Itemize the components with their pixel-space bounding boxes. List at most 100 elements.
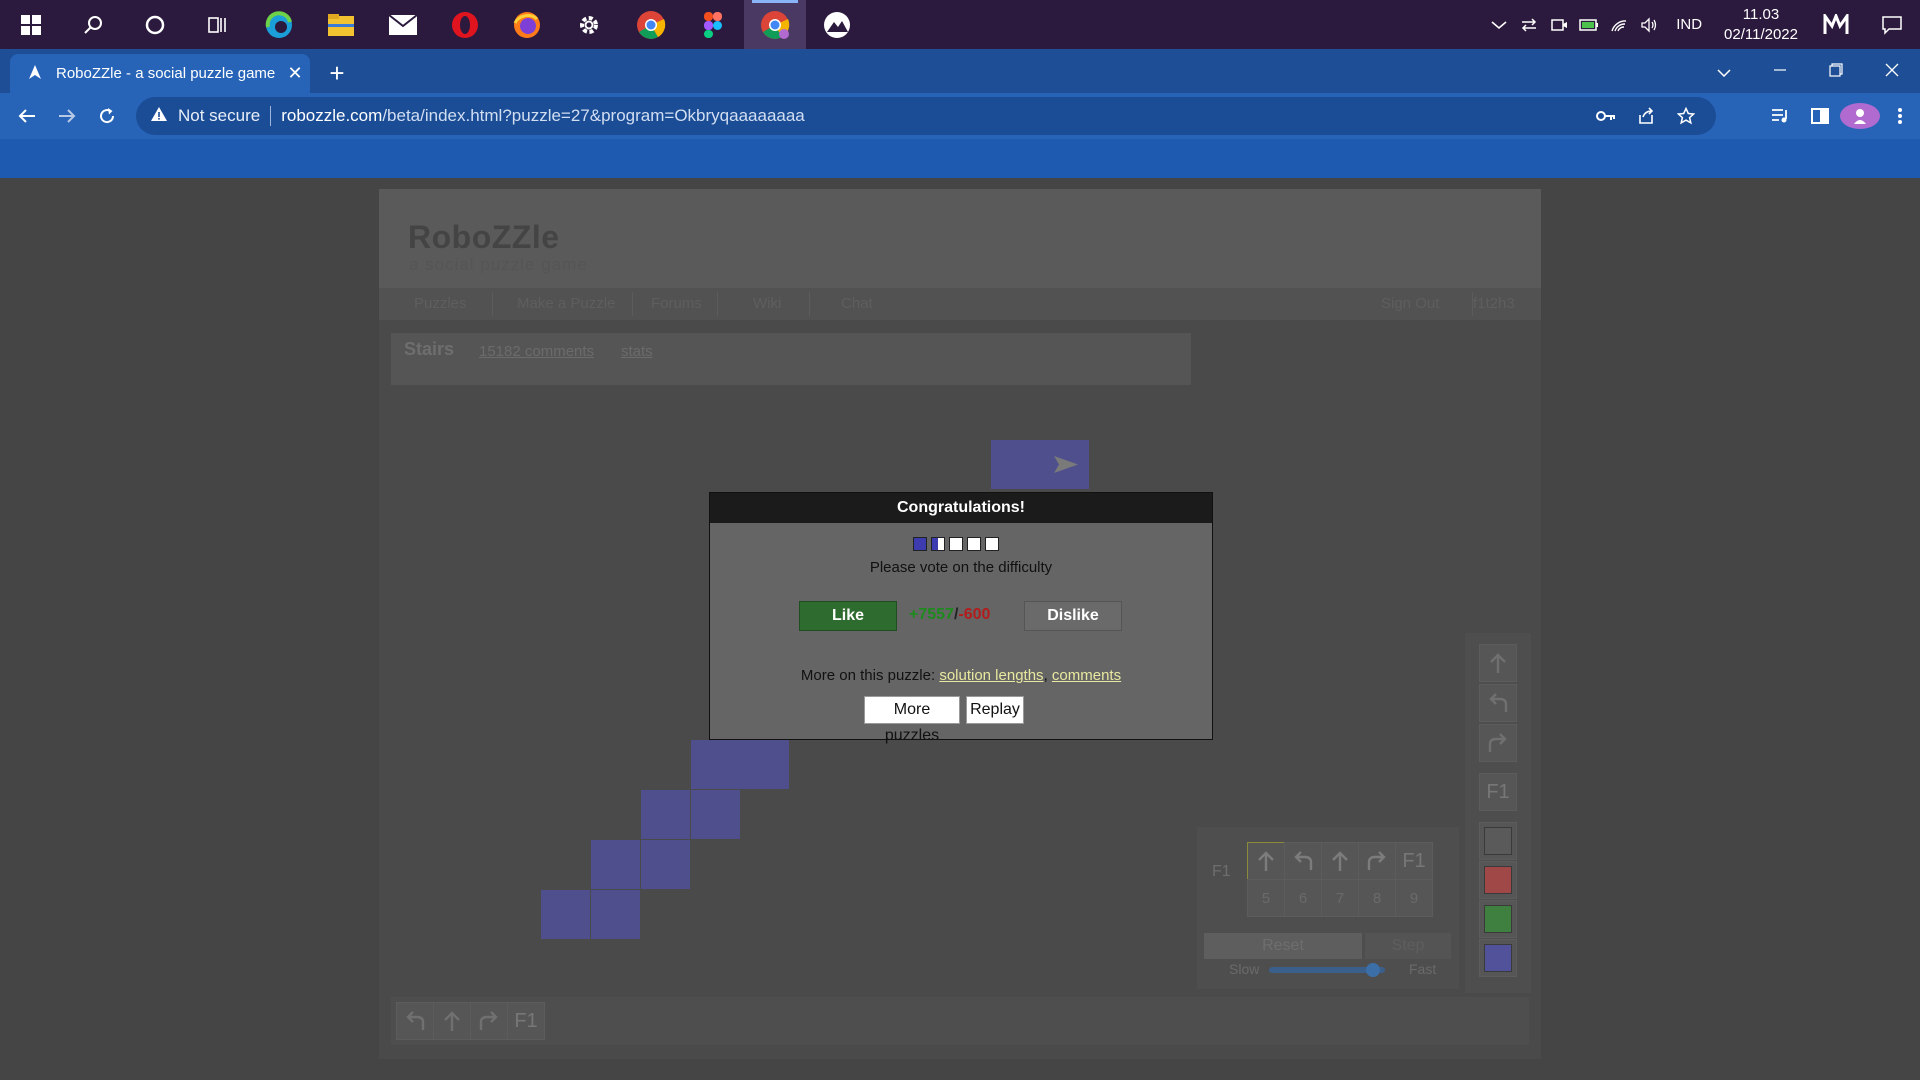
board-cell	[691, 790, 740, 839]
meet-now-icon[interactable]	[1808, 13, 1864, 36]
menu-divider	[632, 292, 633, 316]
stack-turn-left	[396, 1002, 434, 1040]
close-tab-icon[interactable]: ✕	[280, 63, 310, 84]
tool-f1[interactable]: F1	[1479, 773, 1517, 811]
url-text[interactable]: robozzle.com/beta/index.html?puzzle=27&p…	[281, 106, 805, 126]
new-tab-button[interactable]: +	[322, 58, 352, 89]
app-landscape-icon[interactable]	[806, 0, 868, 49]
program-slot-empty[interactable]: 5	[1247, 879, 1285, 917]
camera-icon[interactable]	[1544, 17, 1574, 33]
board-cell	[641, 840, 690, 889]
profile-avatar[interactable]	[1840, 103, 1880, 129]
more-on-puzzle: More on this puzzle: solution lengths, c…	[710, 667, 1212, 684]
notifications-icon[interactable]	[1864, 15, 1920, 35]
program-slot-forward[interactable]	[1321, 842, 1359, 880]
difficulty-star[interactable]	[985, 537, 999, 551]
difficulty-star[interactable]	[967, 537, 981, 551]
slot-number: 5	[1261, 889, 1271, 907]
program-slot-empty[interactable]: 6	[1284, 879, 1322, 917]
program-slot-empty[interactable]: 7	[1321, 879, 1359, 917]
forward-arrow-icon[interactable]	[47, 108, 87, 124]
share-icon[interactable]	[1626, 107, 1666, 125]
menu-make-a-puzzle[interactable]: Make a Puzzle	[517, 288, 615, 320]
program-slot-empty[interactable]: 9	[1395, 879, 1433, 917]
figma-icon[interactable]	[682, 0, 744, 49]
more-puzzles-button[interactable]: More puzzles	[864, 696, 960, 744]
file-explorer-icon[interactable]	[310, 0, 372, 49]
difficulty-star[interactable]	[913, 537, 927, 551]
reset-button[interactable]: Reset	[1204, 933, 1362, 959]
tool-color-red[interactable]	[1479, 861, 1517, 899]
task-view-icon[interactable]	[186, 0, 248, 49]
tool-f1-label: F1	[1486, 780, 1510, 803]
windows-start-icon[interactable]	[0, 0, 62, 49]
tool-color-blue[interactable]	[1479, 939, 1517, 977]
close-window-icon[interactable]	[1864, 61, 1920, 82]
address-bar[interactable]: Not secure robozzle.com/beta/index.html?…	[136, 97, 1716, 135]
menu-username[interactable]: f1t2h3	[1473, 288, 1515, 320]
back-arrow-icon[interactable]	[7, 108, 47, 124]
chevron-up-icon[interactable]	[1484, 20, 1514, 30]
tool-turn-right[interactable]	[1479, 724, 1517, 762]
comments-link-dialog[interactable]: comments	[1052, 667, 1121, 684]
wifi-icon[interactable]	[1604, 17, 1634, 33]
tool-forward[interactable]	[1479, 644, 1517, 682]
tool-color-none[interactable]	[1479, 822, 1517, 860]
difficulty-rating[interactable]	[913, 537, 999, 551]
tab-search-icon[interactable]	[1696, 61, 1752, 82]
speed-slider[interactable]	[1269, 963, 1385, 977]
program-slot-f1[interactable]: F1	[1395, 842, 1433, 880]
minimize-icon[interactable]	[1752, 61, 1808, 82]
mail-icon[interactable]	[372, 0, 434, 49]
key-icon[interactable]	[1586, 110, 1626, 122]
menu-wiki[interactable]: Wiki	[753, 288, 781, 320]
security-label[interactable]: Not secure	[178, 106, 260, 126]
step-button[interactable]: Step	[1365, 933, 1451, 959]
firefox-icon[interactable]	[496, 0, 558, 49]
solution-lengths-link[interactable]: solution lengths	[939, 667, 1043, 684]
battery-icon[interactable]	[1574, 18, 1604, 32]
menu-chat[interactable]: Chat	[841, 288, 873, 320]
program-slot-left[interactable]	[1284, 842, 1322, 880]
menu-forums[interactable]: Forums	[651, 288, 702, 320]
replay-button[interactable]: Replay	[966, 696, 1024, 724]
more-menu-icon[interactable]	[1880, 107, 1920, 125]
language-indicator[interactable]: IND	[1676, 16, 1702, 33]
color-swatch-grey	[1484, 827, 1512, 855]
divider	[270, 106, 272, 126]
program-slot-empty[interactable]: 8	[1358, 879, 1396, 917]
difficulty-star[interactable]	[931, 537, 945, 551]
search-icon[interactable]	[62, 0, 124, 49]
comments-link[interactable]: 15182 comments	[479, 343, 594, 360]
program-slot-right[interactable]	[1358, 842, 1396, 880]
clock[interactable]: 11.03 02/11/2022	[1724, 5, 1798, 45]
cortana-icon[interactable]	[124, 0, 186, 49]
tab-robozzle[interactable]: RoboZZle - a social puzzle game ✕	[10, 54, 310, 93]
speed-slider-thumb[interactable]	[1366, 963, 1381, 977]
side-panel-icon[interactable]	[1800, 108, 1840, 124]
chrome-profile-icon[interactable]	[744, 0, 806, 49]
dislike-button[interactable]: Dislike	[1024, 601, 1122, 631]
reload-icon[interactable]	[87, 107, 127, 125]
fast-label: Fast	[1409, 961, 1437, 977]
menu-sign-out[interactable]: Sign Out	[1381, 288, 1439, 320]
like-button[interactable]: Like	[799, 601, 897, 631]
bookmark-star-icon[interactable]	[1666, 107, 1706, 125]
media-control-icon[interactable]	[1760, 108, 1800, 124]
tool-turn-left[interactable]	[1479, 684, 1517, 722]
menu-puzzles[interactable]: Puzzles	[414, 288, 467, 320]
network-transfer-icon[interactable]	[1514, 17, 1544, 33]
settings-gear-icon[interactable]	[558, 0, 620, 49]
tool-color-green[interactable]	[1479, 900, 1517, 938]
opera-icon[interactable]	[434, 0, 496, 49]
difficulty-star[interactable]	[949, 537, 963, 551]
restore-icon[interactable]	[1808, 61, 1864, 82]
edge-icon[interactable]	[248, 0, 310, 49]
program-slot-forward[interactable]	[1247, 842, 1285, 880]
warning-triangle-icon[interactable]	[150, 106, 168, 127]
url-path: /beta/index.html?puzzle=27&program=Okbry…	[382, 106, 805, 125]
chrome-icon[interactable]	[620, 0, 682, 49]
site-logo[interactable]: RoboZZle	[408, 219, 560, 256]
volume-icon[interactable]	[1634, 16, 1664, 33]
stats-link[interactable]: stats	[621, 343, 653, 360]
